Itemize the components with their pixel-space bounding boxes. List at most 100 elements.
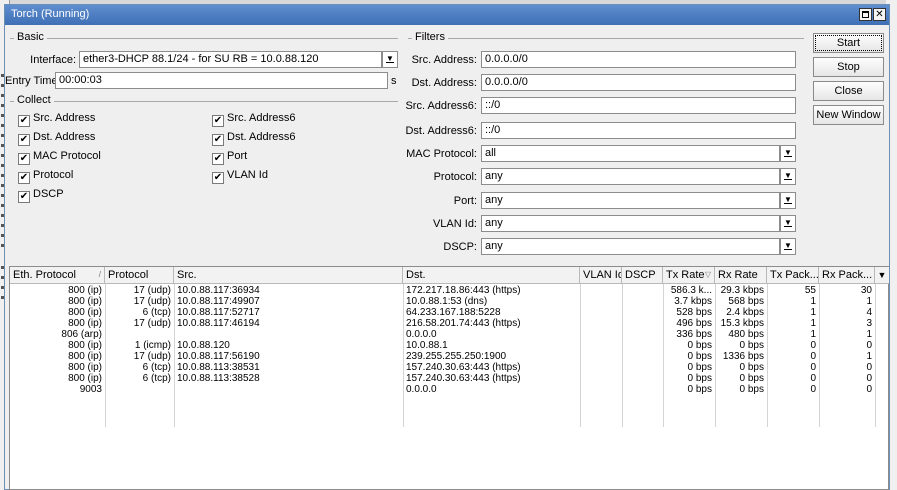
cell-vlan-id [580,307,622,318]
collect-src-address-checkbox[interactable]: ✔ Src. Address [18,112,95,127]
cell-tx-rate: 0 bps [687,351,712,362]
cell-tx-packets: 0 [810,362,816,373]
header-label: Eth. Protocol [13,269,76,281]
table-row[interactable]: 800 (ip) 6 (tcp) 10.0.88.113:38531 157.240.… [10,362,875,373]
entry-timeout-label: Entry Timeout: [5,75,76,87]
cell-eth-protocol: 806 (arp) [61,329,102,340]
collect-vlan-id-checkbox[interactable]: ✔ VLAN Id [212,169,268,184]
header-label: Protocol [108,269,149,281]
checkbox-label: VLAN Id [227,169,268,181]
table-row[interactable]: 800 (ip) 6 (tcp) 10.0.88.113:38528 157.240.… [10,373,875,384]
column-menu-button[interactable]: ▼ [875,267,889,284]
cell-tx-packets: 0 [810,373,816,384]
header-label: DSCP [625,269,656,281]
cell-src: 10.0.88.113:38531 [177,362,260,373]
protocol-select[interactable]: any [481,168,780,185]
protocol-dropdown-button[interactable]: ▼ [780,168,796,185]
close-button[interactable]: Close [813,81,884,101]
checkbox-label: MAC Protocol [33,150,101,162]
port-select[interactable]: any [481,192,780,209]
collect-src-address6-checkbox[interactable]: ✔ Src. Address6 [212,112,295,127]
header-label: Rx Rate [718,269,758,281]
column-header-tx-rate[interactable]: Tx Rate ▽ [663,267,715,284]
table-row[interactable]: 800 (ip) 6 (tcp) 10.0.88.117:52717 64.233.1… [10,307,875,318]
mac-protocol-dropdown-button[interactable]: ▼ [780,145,796,162]
column-header-src[interactable]: Src. [174,267,403,284]
protocol-label: Protocol: [433,171,477,183]
cell-vlan-id [580,362,622,373]
basic-legend: Basic [14,31,47,43]
src-address6-input[interactable]: ::/0 [481,97,796,114]
port-dropdown-button[interactable]: ▼ [780,192,796,209]
table-row[interactable]: 9003 0.0.0.0 0 bps 0 bps 0 0 [10,384,875,395]
checkmark-icon: ✔ [212,172,224,184]
start-button[interactable]: Start [813,33,884,53]
interface-select[interactable]: ether3-DHCP 88.1/24 - for SU RB = 10.0.8… [79,51,382,68]
vlan-id-dropdown-button[interactable]: ▼ [780,215,796,232]
maximize-button[interactable] [859,8,872,21]
table-row[interactable]: 800 (ip) 1 (icmp) 10.0.88.120 10.0.88.1 0 bp… [10,340,875,351]
chevron-down-icon: ▼ [877,270,887,280]
cell-dst: 64.233.167.188:5228 [406,307,501,318]
interface-label: Interface: [30,54,76,66]
collect-port-checkbox[interactable]: ✔ Port [212,150,247,165]
new-window-button[interactable]: New Window [813,105,884,125]
column-header-protocol[interactable]: Protocol [105,267,174,284]
vlan-id-select[interactable]: any [481,215,780,232]
cell-tx-packets: 1 [810,329,816,340]
table-row[interactable]: 800 (ip) 17 (udp) 10.0.88.117:56190 239.255… [10,351,875,362]
cell-dscp [622,307,663,318]
cell-tx-rate: 496 bps [676,318,712,329]
cell-protocol: 17 (udp) [133,351,171,362]
cell-protocol: 6 (tcp) [142,373,171,384]
src-address-input[interactable]: 0.0.0.0/0 [481,51,796,68]
collect-dst-address6-checkbox[interactable]: ✔ Dst. Address6 [212,131,295,146]
column-header-tx-packets[interactable]: Tx Pack... [767,267,819,284]
cell-tx-rate: 586.3 k... [670,285,712,296]
table-row[interactable]: 800 (ip) 17 (udp) 10.0.88.117:36934 172.217… [10,285,875,296]
cell-dscp [622,318,663,329]
cell-eth-protocol: 800 (ip) [68,340,102,351]
dst-address6-input[interactable]: ::/0 [481,122,796,139]
cell-tx-packets: 55 [804,285,816,296]
table-row[interactable]: 806 (arp) 0.0.0.0 336 bps 480 bps 1 1 [10,329,875,340]
title-bar[interactable]: Torch (Running) ✕ [5,5,889,25]
table-row[interactable]: 800 (ip) 17 (udp) 10.0.88.117:46194 216.58.… [10,318,875,329]
column-header-vlan-id[interactable]: VLAN Id [580,267,622,284]
cell-protocol: 17 (udp) [133,285,171,296]
dscp-select[interactable]: any [481,238,780,255]
checkbox-label: Dst. Address [33,131,96,143]
cell-rx-rate: 568 bps [728,296,764,307]
header-label: Rx Pack... [822,269,873,281]
checkbox-label: Dst. Address6 [227,131,296,143]
dst-address-input[interactable]: 0.0.0.0/0 [481,74,796,91]
dropdown-arrow-icon: ▼ [784,171,792,180]
close-window-button[interactable]: ✕ [873,8,886,21]
interface-dropdown-button[interactable]: ▼ [382,51,398,68]
column-header-dst[interactable]: Dst. [403,267,580,284]
column-header-rx-packets[interactable]: Rx Pack... [819,267,875,284]
sort-indicator-icon: / [98,270,101,279]
mac-protocol-select[interactable]: all [481,145,780,162]
collect-dscp-checkbox[interactable]: ✔ DSCP [18,188,64,203]
stop-button[interactable]: Stop [813,57,884,77]
entry-timeout-input[interactable]: 00:00:03 [55,72,388,89]
cell-tx-packets: 1 [810,296,816,307]
collect-protocol-checkbox[interactable]: ✔ Protocol [18,169,73,184]
column-header-rx-rate[interactable]: Rx Rate [715,267,767,284]
dscp-dropdown-button[interactable]: ▼ [780,238,796,255]
cell-eth-protocol: 800 (ip) [68,285,102,296]
mac-protocol-label: MAC Protocol: [406,148,477,160]
checkbox-label: Src. Address [33,112,96,124]
cell-tx-packets: 1 [810,318,816,329]
collect-mac-protocol-checkbox[interactable]: ✔ MAC Protocol [18,150,101,165]
table-row[interactable]: 800 (ip) 17 (udp) 10.0.88.117:49907 10.0.88… [10,296,875,307]
collect-dst-address-checkbox[interactable]: ✔ Dst. Address [18,131,95,146]
cell-rx-rate: 0 bps [739,373,764,384]
cell-protocol: 17 (udp) [133,318,171,329]
cell-tx-packets: 1 [810,307,816,318]
column-header-eth-protocol[interactable]: Eth. Protocol / [10,267,105,284]
column-header-dscp[interactable]: DSCP [622,267,663,284]
torch-window: Torch (Running) ✕ Basic Interface: ether… [4,4,890,490]
cell-dst: 216.58.201.74:443 (https) [406,318,521,329]
